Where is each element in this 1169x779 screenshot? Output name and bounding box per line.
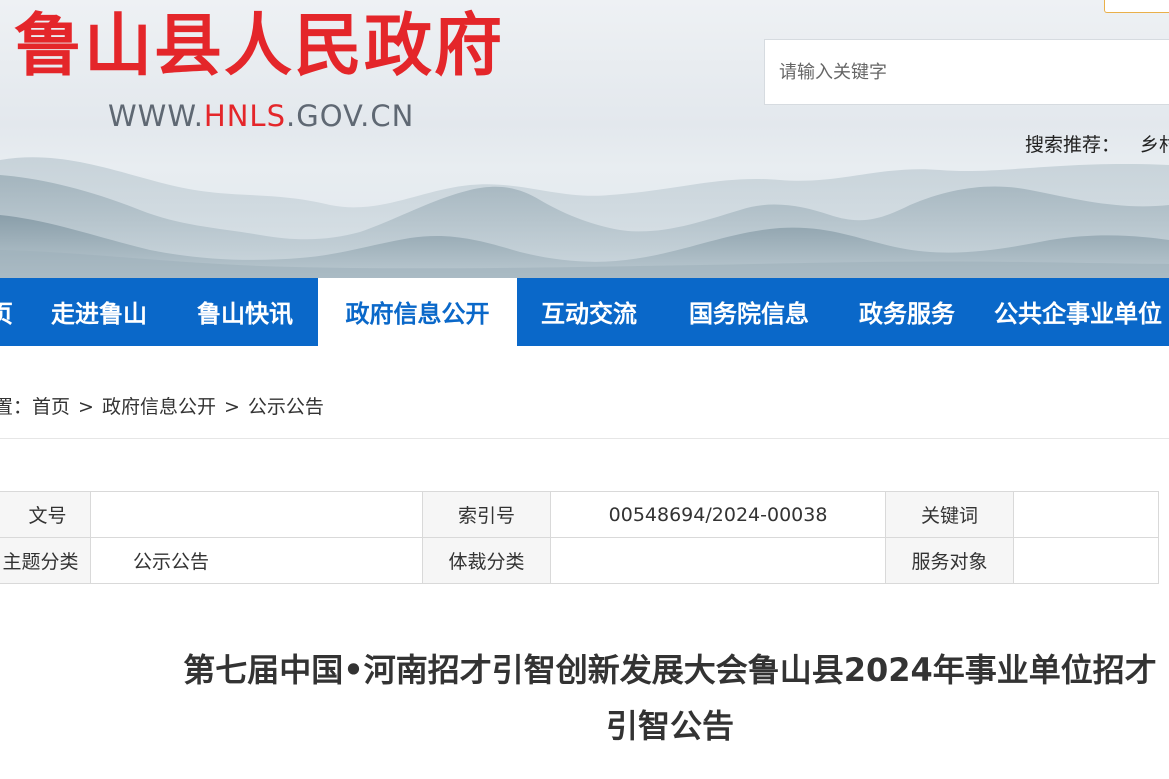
nav-item-gov-services[interactable]: 政务服务 [848, 278, 966, 346]
site-title[interactable]: 鲁山县人民政府 [14, 2, 504, 92]
nav-item-home[interactable]: 页 [0, 278, 16, 346]
breadcrumb-separator: > [223, 396, 240, 418]
article-title: 第七届中国•河南招才引智创新发展大会鲁山县2024年事业单位招才引智公告 [183, 651, 1157, 745]
site-url-highlight: HNLS [203, 99, 286, 133]
meta-label-doc-number: 文号 [0, 491, 92, 538]
main-nav: 页 走进鲁山 鲁山快讯 政府信息公开 互动交流 国务院信息 政务服务 公共企事业… [0, 278, 1169, 346]
breadcrumb-prefix: 置： [0, 396, 33, 418]
meta-label-index-number: 索引号 [422, 491, 551, 538]
meta-value-topic-category: 公示公告 [90, 537, 424, 584]
breadcrumb-gov-info[interactable]: 政府信息公开 [102, 396, 216, 418]
document-meta-table: 文号 索引号 00548694/2024-00038 关键词 主题分类 公示公告… [0, 491, 1160, 584]
breadcrumb-divider [0, 438, 1169, 439]
search-hint-label: 搜索推荐： [1025, 134, 1121, 156]
search-input[interactable] [764, 39, 1169, 105]
meta-value-index-number: 00548694/2024-00038 [549, 491, 887, 538]
meta-row: 文号 索引号 00548694/2024-00038 关键词 [0, 491, 1160, 538]
site-header: 鲁山县人民政府 WWW.HNLS.GOV.CN 搜索推荐： 乡村 [0, 0, 1169, 278]
nav-item-interaction[interactable]: 互动交流 [530, 278, 648, 346]
meta-value-doc-number [90, 491, 424, 538]
nav-item-public-institutions[interactable]: 公共企事业单位 [994, 278, 1169, 346]
breadcrumb-announcements[interactable]: 公示公告 [248, 396, 324, 418]
meta-value-keywords [1012, 491, 1160, 538]
nav-item-gov-info-disclosure[interactable]: 政府信息公开 [318, 278, 517, 346]
meta-row: 主题分类 公示公告 体裁分类 服务对象 [0, 537, 1160, 584]
search-hint-keyword[interactable]: 乡村 [1140, 134, 1169, 156]
breadcrumb-separator: > [78, 396, 94, 418]
meta-label-genre-category: 体裁分类 [422, 537, 551, 584]
meta-value-service-target [1012, 537, 1160, 584]
breadcrumb-home[interactable]: 首页 [32, 396, 70, 418]
nav-item-about-lushan[interactable]: 走进鲁山 [40, 278, 158, 346]
top-corner-tab[interactable] [1104, 0, 1169, 13]
meta-label-topic-category: 主题分类 [0, 537, 92, 584]
site-url-suffix: .GOV.CN [286, 99, 415, 133]
site-url-prefix: WWW. [108, 99, 204, 133]
breadcrumb: 置：首页 > 政府信息公开 > 公示公告 [0, 392, 324, 419]
nav-item-news[interactable]: 鲁山快讯 [186, 278, 304, 346]
meta-value-genre-category [549, 537, 887, 584]
nav-item-state-council-info[interactable]: 国务院信息 [676, 278, 822, 346]
meta-label-service-target: 服务对象 [885, 537, 1014, 584]
site-url: WWW.HNLS.GOV.CN [108, 98, 414, 134]
search-recommendations: 搜索推荐： 乡村 [1025, 130, 1169, 157]
meta-label-keywords: 关键词 [885, 491, 1014, 538]
